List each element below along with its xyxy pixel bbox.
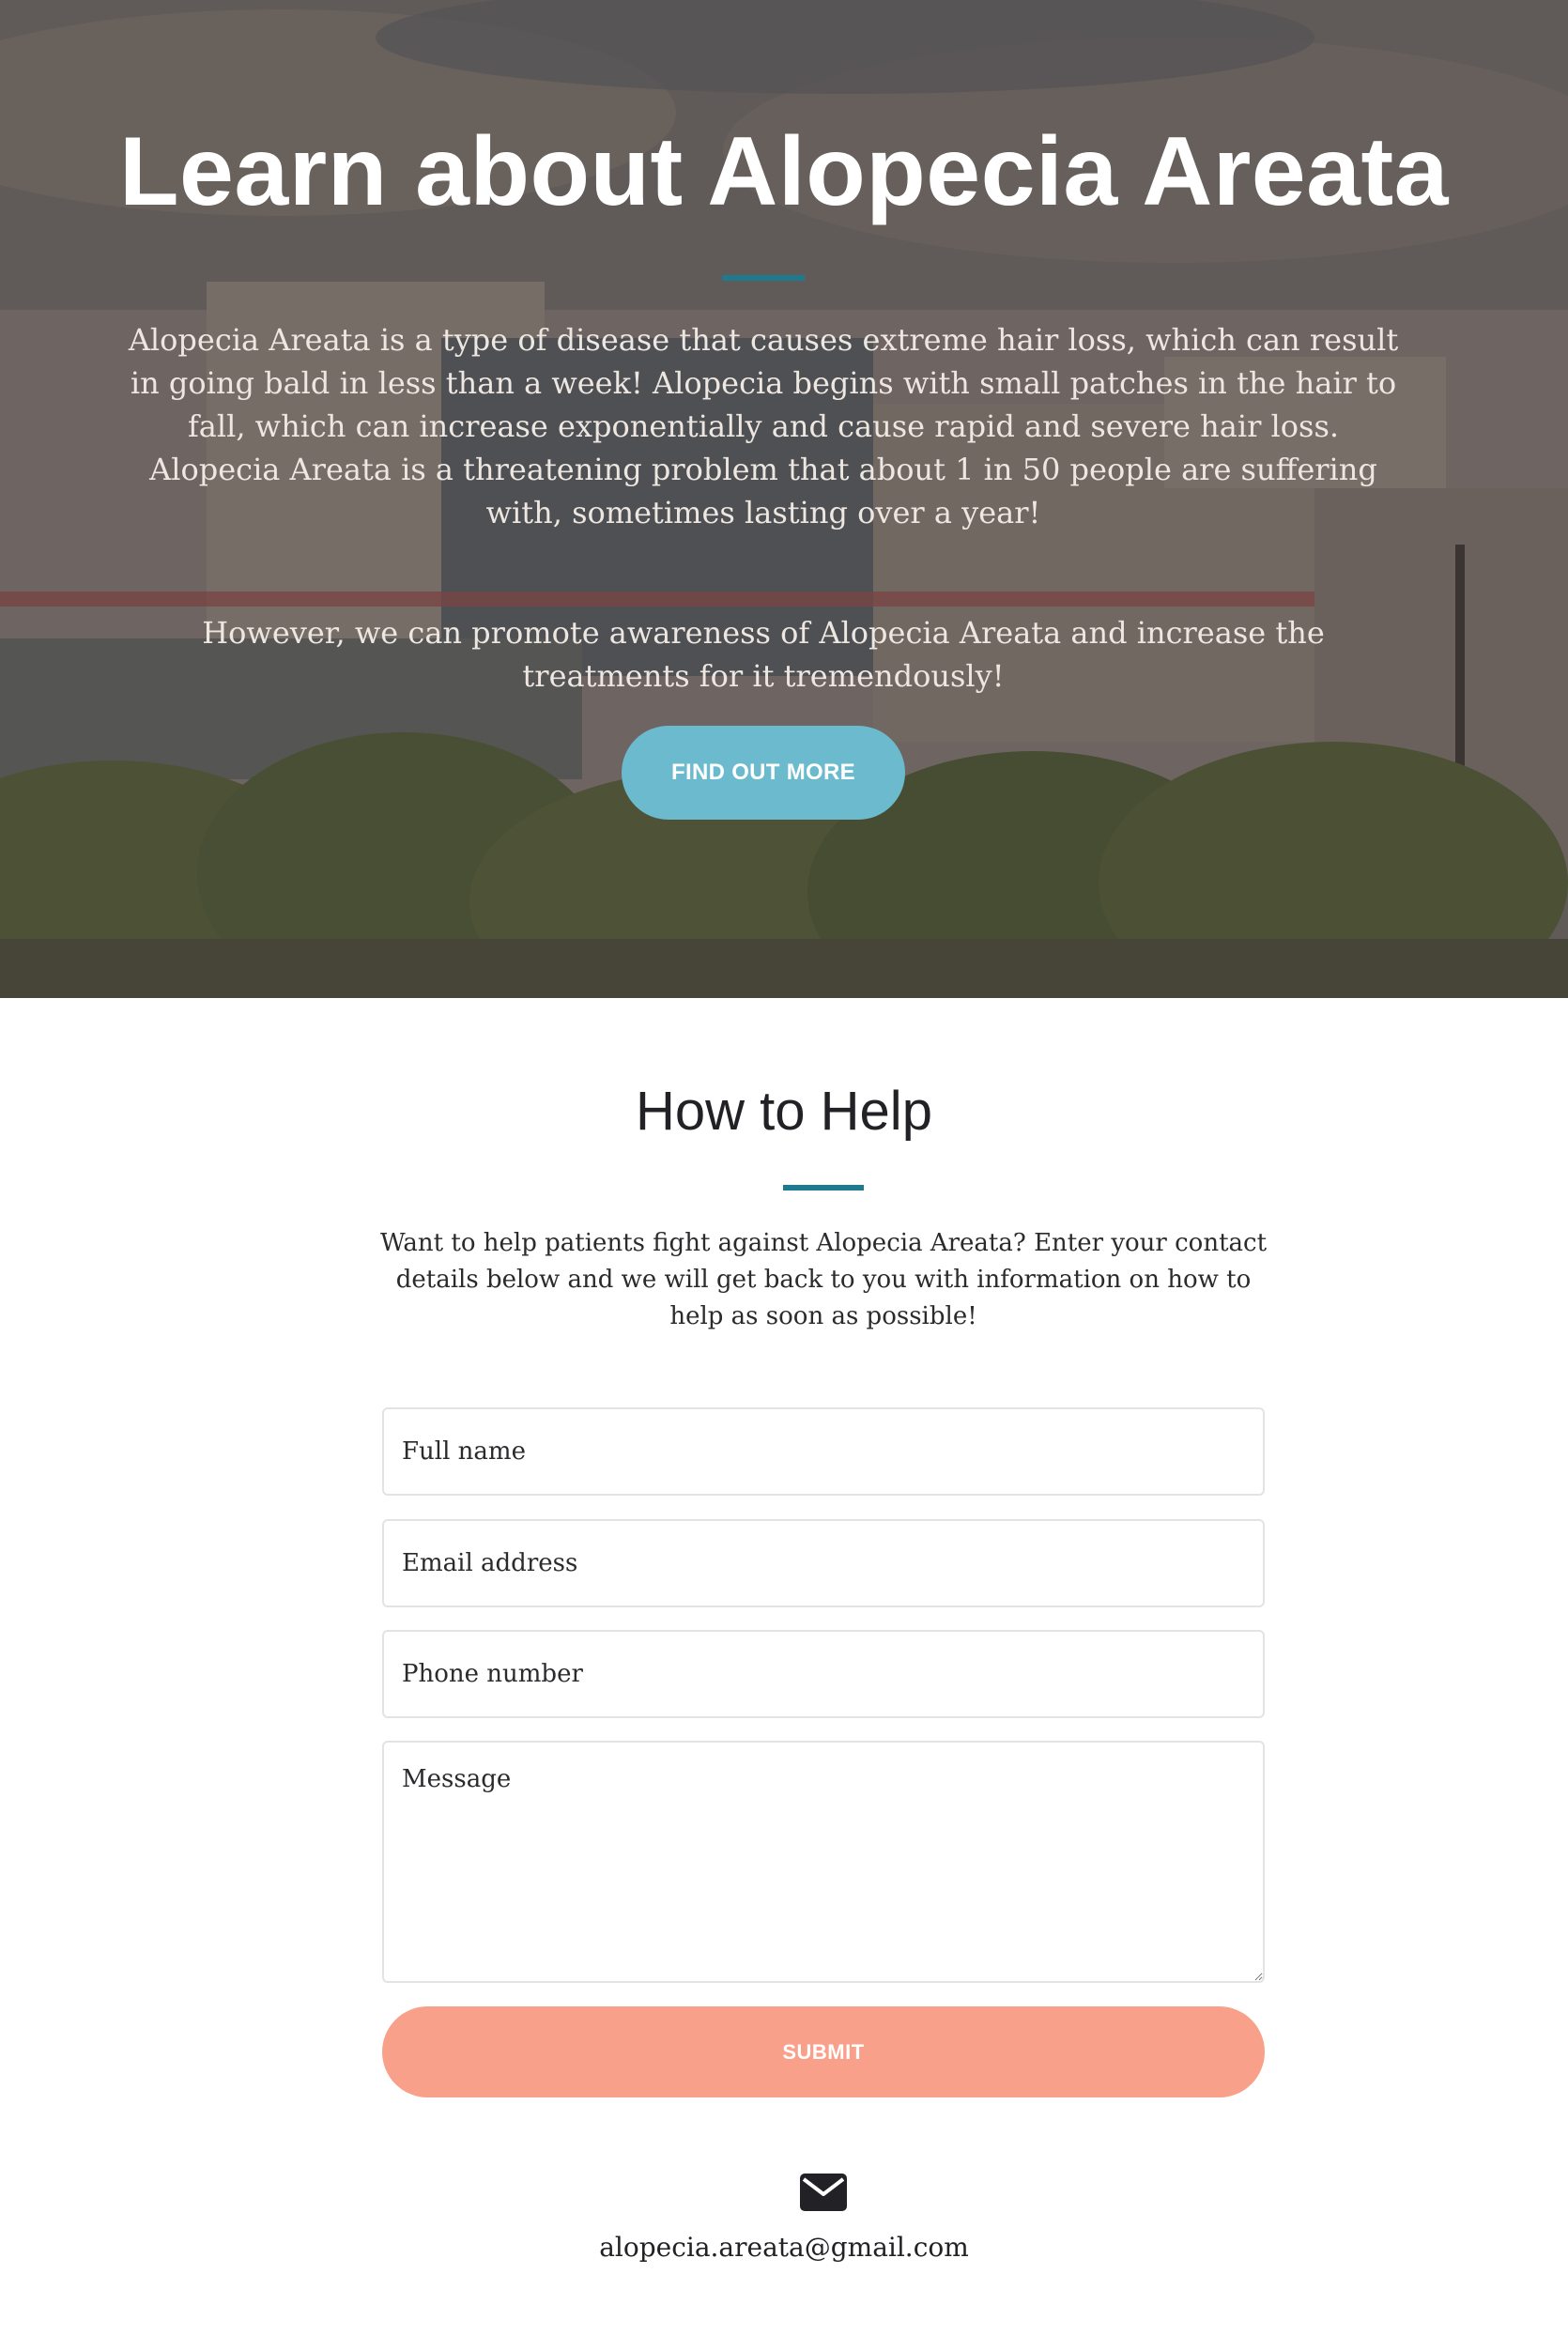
envelope-icon <box>800 2174 847 2211</box>
section-title-divider <box>783 1185 864 1191</box>
contact-email-link[interactable]: alopecia.areata@gmail.com <box>0 2229 1568 2266</box>
find-out-more-button[interactable]: FIND OUT MORE <box>622 726 905 820</box>
hero-call-to-action-text: However, we can promote awareness of Alo… <box>202 615 1325 694</box>
section-title: How to Help <box>636 1081 932 1142</box>
message-textarea[interactable] <box>382 1741 1265 1983</box>
full-name-input[interactable] <box>382 1407 1265 1496</box>
submit-button[interactable]: SUBMIT <box>382 2006 1265 2097</box>
hero-description: Alopecia Areata is a type of disease tha… <box>128 322 1399 530</box>
hero-title: Learn about Alopecia Areata <box>119 117 1449 226</box>
how-to-help-section: How to Help Want to help patients fight … <box>0 998 1568 2335</box>
section-description: Want to help patients fight against Alop… <box>379 1229 1268 1330</box>
hero-section: Learn about Alopecia Areata Alopecia Are… <box>0 0 1568 998</box>
hero-title-divider <box>722 275 805 281</box>
phone-input[interactable] <box>382 1630 1265 1718</box>
email-input[interactable] <box>382 1519 1265 1607</box>
